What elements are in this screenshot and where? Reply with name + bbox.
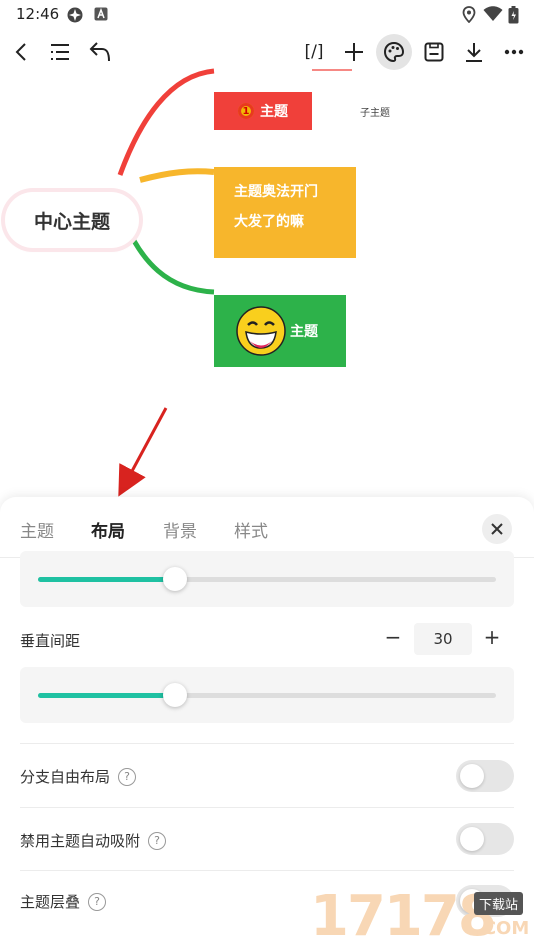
- vertical-spacing-slider[interactable]: [38, 683, 496, 707]
- watermark-logo: 17178 下载站 .COM: [310, 884, 534, 950]
- battery-icon: [508, 6, 519, 28]
- tab-style[interactable]: 样式: [234, 517, 268, 542]
- divider: [20, 870, 514, 871]
- watermark-tag: 下载站: [474, 892, 524, 915]
- panel-tabs: 主题 布局 背景 样式: [0, 497, 534, 558]
- laughing-emoji-icon: [236, 306, 286, 356]
- location-icon: [462, 6, 476, 27]
- vertical-spacing-value[interactable]: 30: [414, 623, 472, 655]
- slider-thumb[interactable]: [163, 567, 188, 591]
- divider: [20, 743, 514, 744]
- slider-thumb[interactable]: [163, 683, 188, 707]
- help-icon[interactable]: ?: [88, 892, 107, 911]
- vertical-spacing-slider-box: [20, 667, 514, 723]
- status-bar: 12:46: [0, 0, 534, 28]
- priority-badge: 1: [238, 103, 254, 119]
- topic-node-3[interactable]: 主题: [214, 295, 346, 367]
- tab-topic[interactable]: 主题: [20, 517, 54, 542]
- branch-free-layout-label: 分支自由布局: [20, 768, 111, 786]
- watermark-number: 17178: [310, 884, 497, 949]
- help-icon[interactable]: ?: [118, 767, 137, 786]
- center-topic-label: 中心主题: [33, 210, 110, 233]
- close-button[interactable]: [482, 514, 512, 544]
- disable-snap-row: 禁用主题自动吸附 ?: [20, 830, 167, 851]
- toggle-knob: [460, 764, 484, 788]
- subtopic-label[interactable]: 子主题: [360, 104, 390, 119]
- status-time: 12:46: [16, 5, 60, 23]
- mindmap-canvas[interactable]: 中心主题 1 主题 子主题 主题奥法开门 大发了的嘛 主题: [0, 40, 534, 460]
- disable-snap-toggle[interactable]: [456, 823, 514, 855]
- topic-label: 主题: [260, 104, 288, 120]
- tab-layout[interactable]: 布局: [91, 517, 125, 542]
- spacing-slider[interactable]: [38, 567, 496, 591]
- wifi-icon: [483, 6, 503, 26]
- close-icon: [491, 523, 503, 535]
- branch-free-layout-row: 分支自由布局 ?: [20, 766, 137, 787]
- vertical-spacing-label: 垂直间距: [20, 632, 81, 650]
- topic-node-2[interactable]: 主题奥法开门 大发了的嘛: [214, 167, 356, 258]
- topic-overlap-label: 主题层叠: [20, 893, 81, 911]
- toggle-knob: [460, 827, 484, 851]
- divider: [20, 807, 514, 808]
- sync-icon: [66, 6, 84, 28]
- decrease-button[interactable]: −: [381, 625, 405, 649]
- topic-label-line2: 大发了的嘛: [234, 214, 304, 230]
- tab-background[interactable]: 背景: [163, 517, 197, 542]
- style-panel: 主题 布局 背景 样式 垂直间距 − 30 + 分支自由布局 ? 禁用主题自动吸…: [0, 497, 534, 950]
- increase-button[interactable]: +: [480, 625, 504, 649]
- topic-label-line1: 主题奥法开门: [234, 184, 318, 200]
- topic-node-1[interactable]: 1 主题: [214, 92, 312, 130]
- help-icon[interactable]: ?: [148, 831, 167, 850]
- spacing-slider-box: [20, 551, 514, 607]
- branch-free-layout-toggle[interactable]: [456, 760, 514, 792]
- disable-snap-label: 禁用主题自动吸附: [20, 832, 141, 850]
- watermark-suffix: .COM: [476, 918, 530, 939]
- topic-label: 主题: [290, 324, 318, 340]
- topic-overlap-row: 主题层叠 ?: [20, 891, 107, 912]
- app-notification-icon: [94, 6, 108, 25]
- center-topic[interactable]: 中心主题: [5, 192, 139, 248]
